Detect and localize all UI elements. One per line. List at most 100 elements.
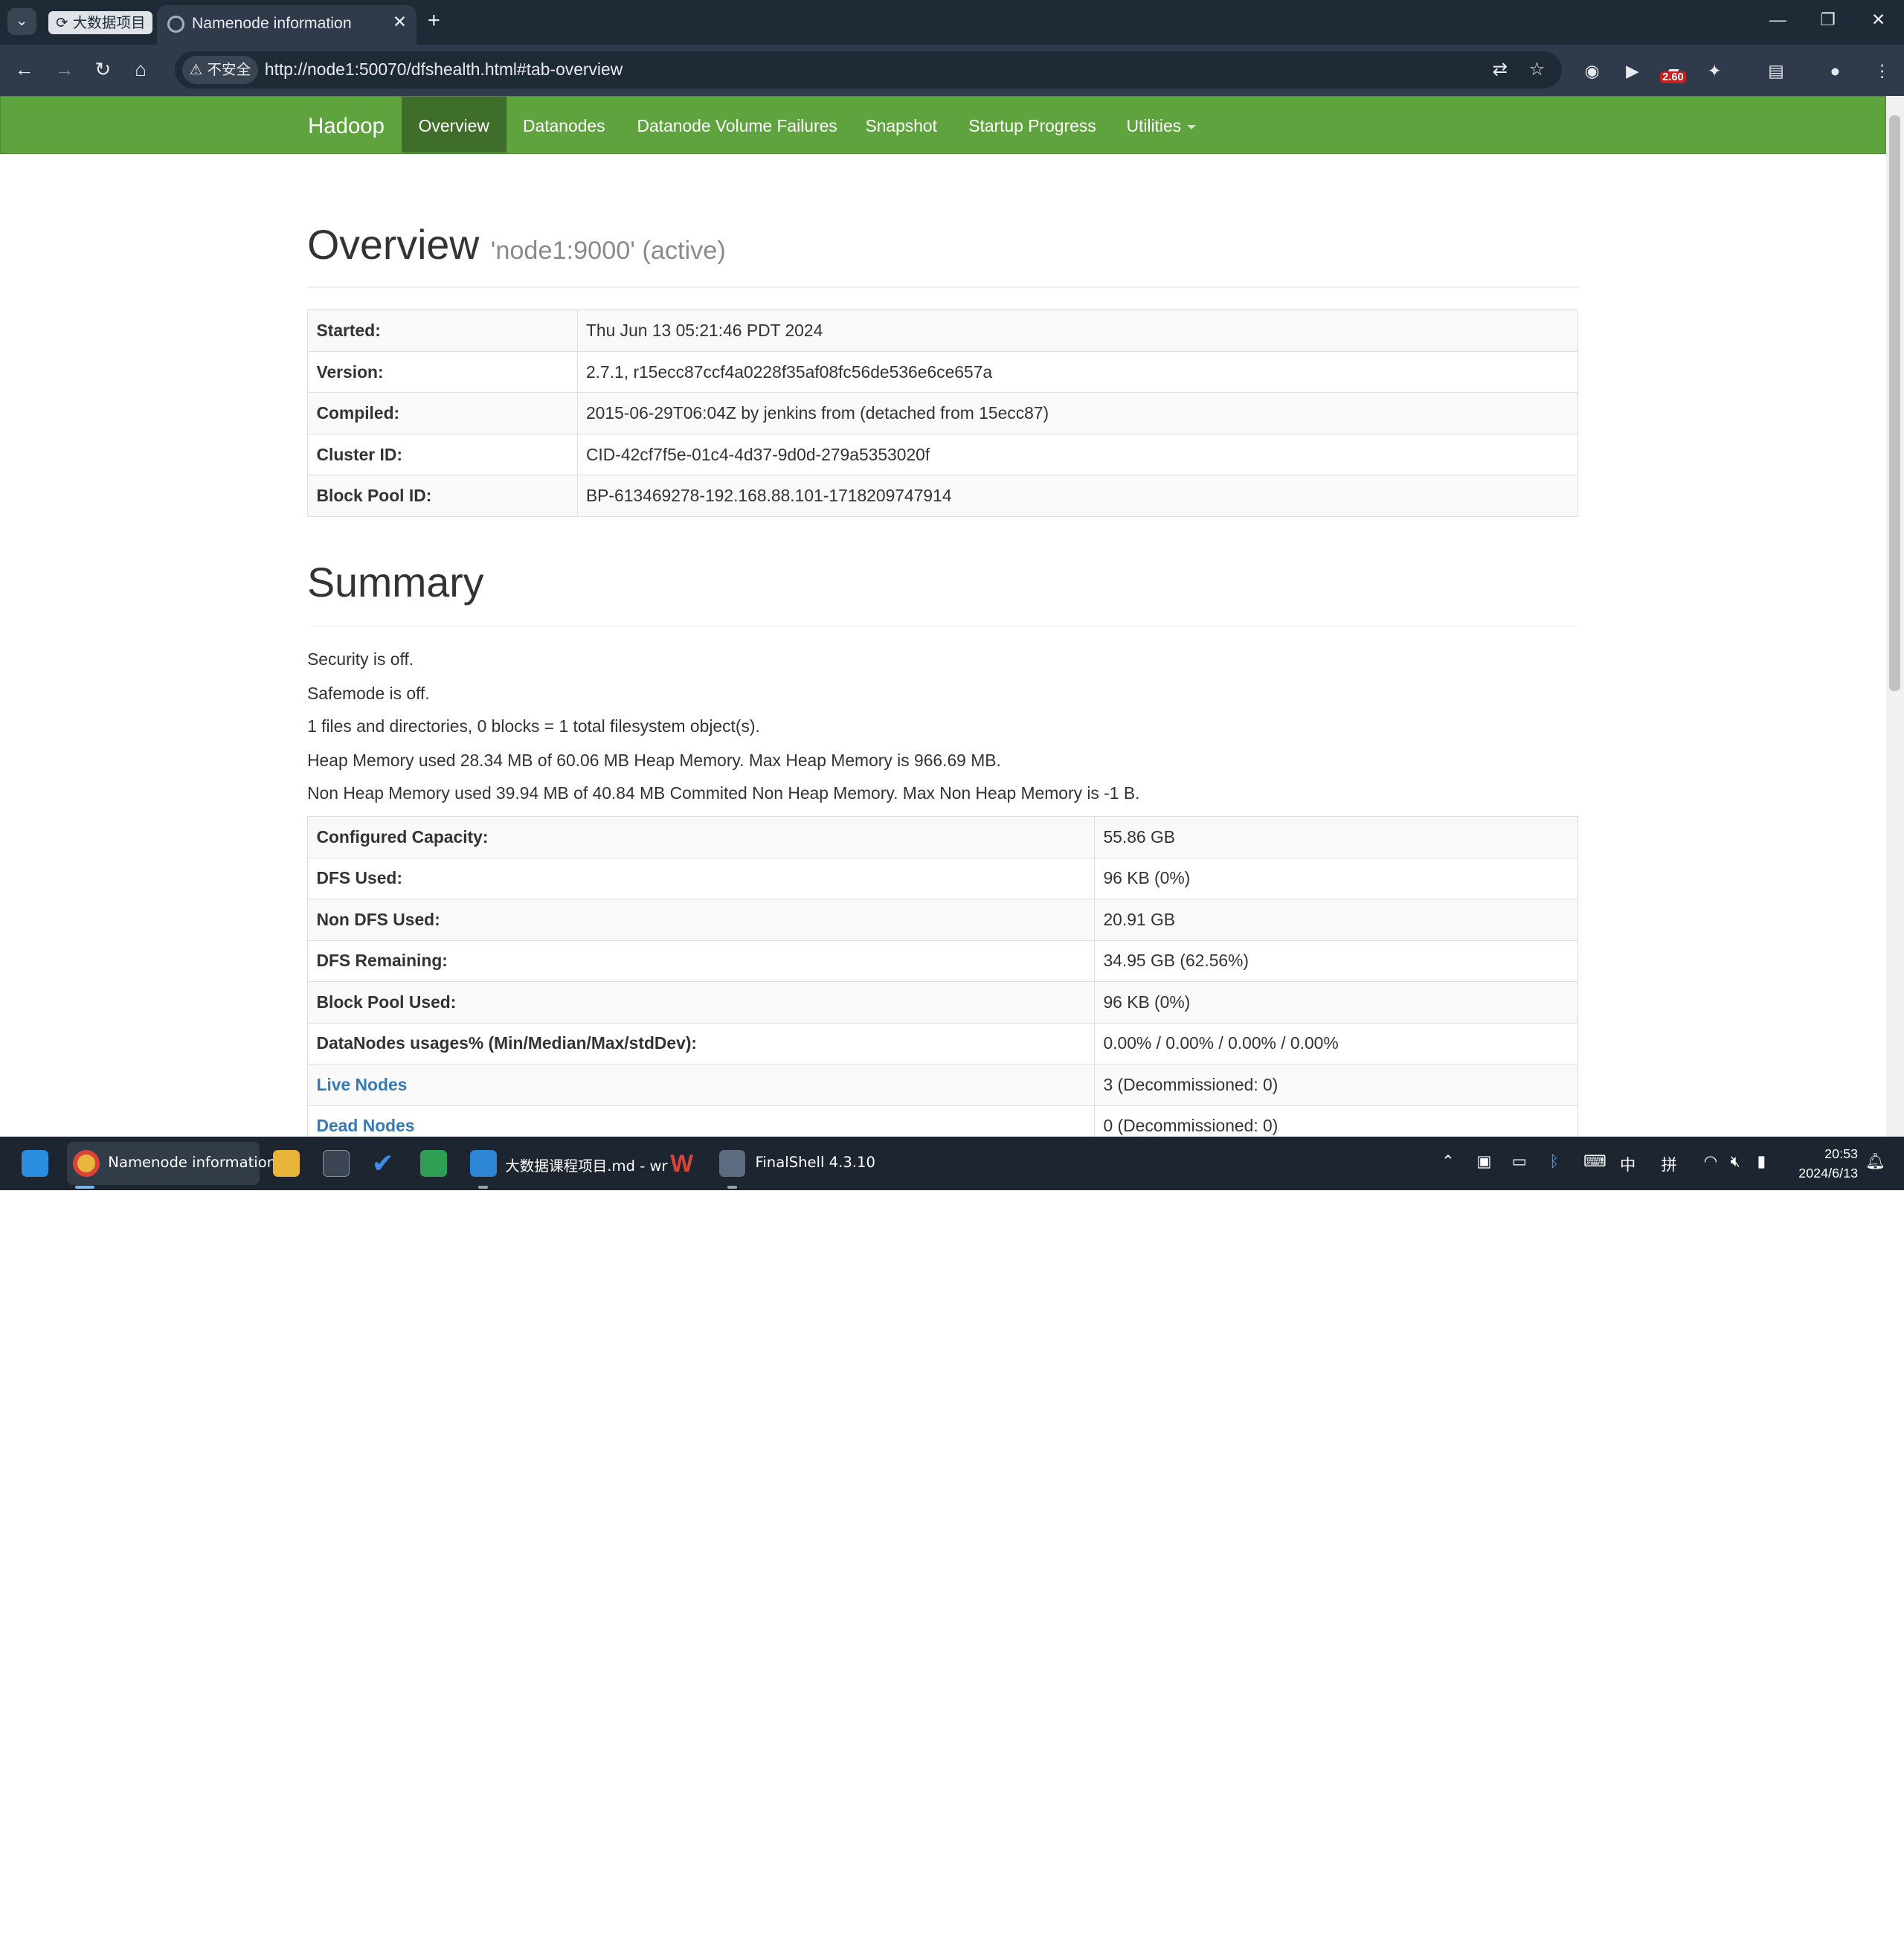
- insecure-label: 不安全: [207, 61, 251, 79]
- restore-icon[interactable]: ❐: [1820, 10, 1835, 30]
- live-nodes-link[interactable]: Live Nodes: [307, 1064, 1096, 1106]
- taskbar-vscode-label[interactable]: 大数据课程项目.md - wr: [505, 1154, 667, 1175]
- notification-bell-icon[interactable]: 🔔︎: [1865, 1152, 1885, 1171]
- reload-icon[interactable]: ↻: [94, 58, 111, 81]
- open-indicator: [478, 1185, 489, 1189]
- finalshell-icon[interactable]: [718, 1150, 746, 1178]
- translate-icon[interactable]: ⇄: [1493, 58, 1508, 80]
- brand-hadoop[interactable]: Hadoop: [308, 114, 385, 139]
- page-viewport: Hadoop Overview Datanodes Datanode Volum…: [0, 95, 1886, 1137]
- tab-title: Namenode information: [191, 14, 352, 32]
- summary-line-safemode: Safemode is off.: [307, 684, 430, 704]
- nav-snapshot[interactable]: Snapshot: [849, 97, 954, 152]
- row-value: 2.7.1, r15ecc87ccf4a0228f35af08fc56de536…: [576, 350, 1579, 394]
- row-key: DataNodes usages% (Min/Median/Max/stdDev…: [307, 1022, 1096, 1065]
- globe-icon: [167, 16, 185, 33]
- wps-icon[interactable]: W: [670, 1150, 697, 1177]
- tab-namenode-information[interactable]: Namenode information ✕: [156, 4, 416, 45]
- nav-utilities[interactable]: Utilities: [1110, 97, 1213, 152]
- table-row: Version: 2.7.1, r15ecc87ccf4a0228f35af08f…: [307, 350, 1579, 394]
- address-bar[interactable]: ⚠ 不安全 http://node1:50070/dfshealth.html#…: [175, 51, 1562, 89]
- volume-muted-icon[interactable]: 🔇︎: [1731, 1152, 1740, 1171]
- tab-group-chip[interactable]: ⟳ 大数据项目: [48, 10, 153, 34]
- tray-app-icon[interactable]: ▣: [1476, 1152, 1491, 1171]
- summary-line-nonheap: Non Heap Memory used 39.94 MB of 40.84 M…: [307, 783, 1140, 803]
- row-key: Configured Capacity:: [307, 816, 1096, 858]
- row-value: 96 KB (0%): [1094, 857, 1579, 900]
- table-row: Block Pool Used: 96 KB (0%): [307, 981, 1579, 1024]
- tab-group-label: 大数据项目: [72, 13, 146, 31]
- tab-search-button[interactable]: ⌄: [7, 8, 36, 36]
- nav-utilities-label: Utilities: [1126, 115, 1182, 135]
- close-window-icon[interactable]: ✕: [1871, 10, 1885, 30]
- back-icon[interactable]: ←: [15, 58, 34, 81]
- table-row: Non DFS Used: 20.91 GB: [307, 899, 1579, 941]
- keyboard-icon[interactable]: ⌨: [1583, 1152, 1606, 1171]
- row-key: Block Pool ID:: [307, 475, 578, 517]
- summary-line-files: 1 files and directories, 0 blocks = 1 to…: [307, 716, 760, 736]
- table-row: Started: Thu Jun 13 05:21:46 PDT 2024: [307, 309, 1579, 352]
- url-text[interactable]: http://node1:50070/dfshealth.html#tab-ov…: [265, 60, 623, 80]
- bookmark-star-icon[interactable]: ☆: [1529, 58, 1546, 80]
- chrome-icon: [72, 1150, 100, 1178]
- dropdown-caret-icon: [1187, 124, 1197, 129]
- nav-datanodes[interactable]: Datanodes: [506, 97, 622, 152]
- windows-start-icon[interactable]: [22, 1150, 49, 1178]
- row-key: Non DFS Used:: [307, 899, 1096, 941]
- taskbar-finalshell-label[interactable]: FinalShell 4.3.10: [756, 1154, 875, 1171]
- system-clock[interactable]: 20:53 2024/6/13: [1798, 1144, 1858, 1183]
- scroll-thumb[interactable]: [1889, 115, 1901, 691]
- xmind-icon[interactable]: [419, 1150, 447, 1178]
- tray-overflow-icon[interactable]: ⌃: [1441, 1152, 1455, 1171]
- table-row: DFS Used: 96 KB (0%): [307, 857, 1579, 900]
- ime-mode[interactable]: 中: [1620, 1152, 1636, 1175]
- nav-startup-progress[interactable]: Startup Progress: [951, 97, 1113, 152]
- row-key: Cluster ID:: [307, 433, 578, 476]
- extension-arrow-icon[interactable]: ▶: [1626, 61, 1639, 81]
- forward-icon[interactable]: →: [54, 58, 74, 81]
- dead-nodes-link[interactable]: Dead Nodes: [307, 1105, 1096, 1137]
- row-value: 2015-06-29T06:04Z by jenkins from (detac…: [576, 392, 1579, 434]
- active-indicator: [75, 1185, 95, 1189]
- terminal-icon[interactable]: [323, 1150, 350, 1178]
- row-value: 34.95 GB (62.56%): [1094, 940, 1579, 983]
- page-scrollbar[interactable]: [1885, 95, 1904, 1137]
- side-panel-icon[interactable]: ▤: [1768, 61, 1784, 81]
- todo-check-icon[interactable]: ✔: [372, 1150, 399, 1177]
- minimize-icon[interactable]: —: [1769, 10, 1786, 30]
- clock-date: 2024/6/13: [1798, 1166, 1859, 1181]
- new-tab-button[interactable]: +: [428, 8, 440, 33]
- summary-title: Summary: [307, 559, 484, 606]
- table-row: Compiled: 2015-06-29T06:04Z by jenkins fr…: [307, 392, 1579, 434]
- vscode-icon[interactable]: [469, 1150, 497, 1178]
- battery-icon[interactable]: ▮: [1757, 1152, 1766, 1171]
- open-indicator: [727, 1185, 738, 1189]
- close-tab-icon[interactable]: ✕: [393, 12, 407, 32]
- clock-time: 20:53: [1824, 1146, 1859, 1161]
- tray-display-icon[interactable]: ▭: [1512, 1152, 1527, 1171]
- extension-avatar-icon[interactable]: ◉: [1585, 61, 1600, 81]
- sync-icon: ⟳: [56, 13, 68, 31]
- bluetooth-icon[interactable]: ᛒ: [1549, 1152, 1559, 1171]
- table-row: Configured Capacity: 55.86 GB: [307, 816, 1579, 858]
- profile-avatar-icon[interactable]: ●: [1830, 61, 1840, 81]
- table-row: Live Nodes 3 (Decommissioned: 0): [307, 1064, 1579, 1106]
- insecure-chip[interactable]: ⚠ 不安全: [181, 56, 258, 84]
- row-key: Version:: [307, 350, 578, 394]
- table-row: Dead Nodes 0 (Decommissioned: 0): [307, 1105, 1579, 1137]
- divider: [307, 625, 1579, 627]
- menu-kebab-icon[interactable]: ⋮: [1874, 61, 1891, 81]
- windows-taskbar: Namenode information ✔ 大数据课程项目.md - wr W…: [0, 1137, 1904, 1191]
- row-value: 20.91 GB: [1094, 899, 1579, 941]
- file-explorer-icon[interactable]: [273, 1150, 300, 1178]
- nav-datanode-volume-failures[interactable]: Datanode Volume Failures: [620, 97, 855, 152]
- home-icon[interactable]: ⌂: [135, 58, 147, 81]
- overview-title: Overview: [307, 222, 480, 269]
- row-value: 96 KB (0%): [1094, 981, 1579, 1024]
- ime-pinyin[interactable]: 拼: [1662, 1152, 1677, 1175]
- row-value: Thu Jun 13 05:21:46 PDT 2024: [576, 309, 1579, 352]
- nav-overview[interactable]: Overview: [401, 96, 506, 153]
- extensions-puzzle-icon[interactable]: ✦: [1708, 61, 1722, 81]
- row-value: BP-613469278-192.168.88.101-171820974791…: [576, 475, 1579, 517]
- wifi-icon[interactable]: ◠: [1704, 1152, 1718, 1171]
